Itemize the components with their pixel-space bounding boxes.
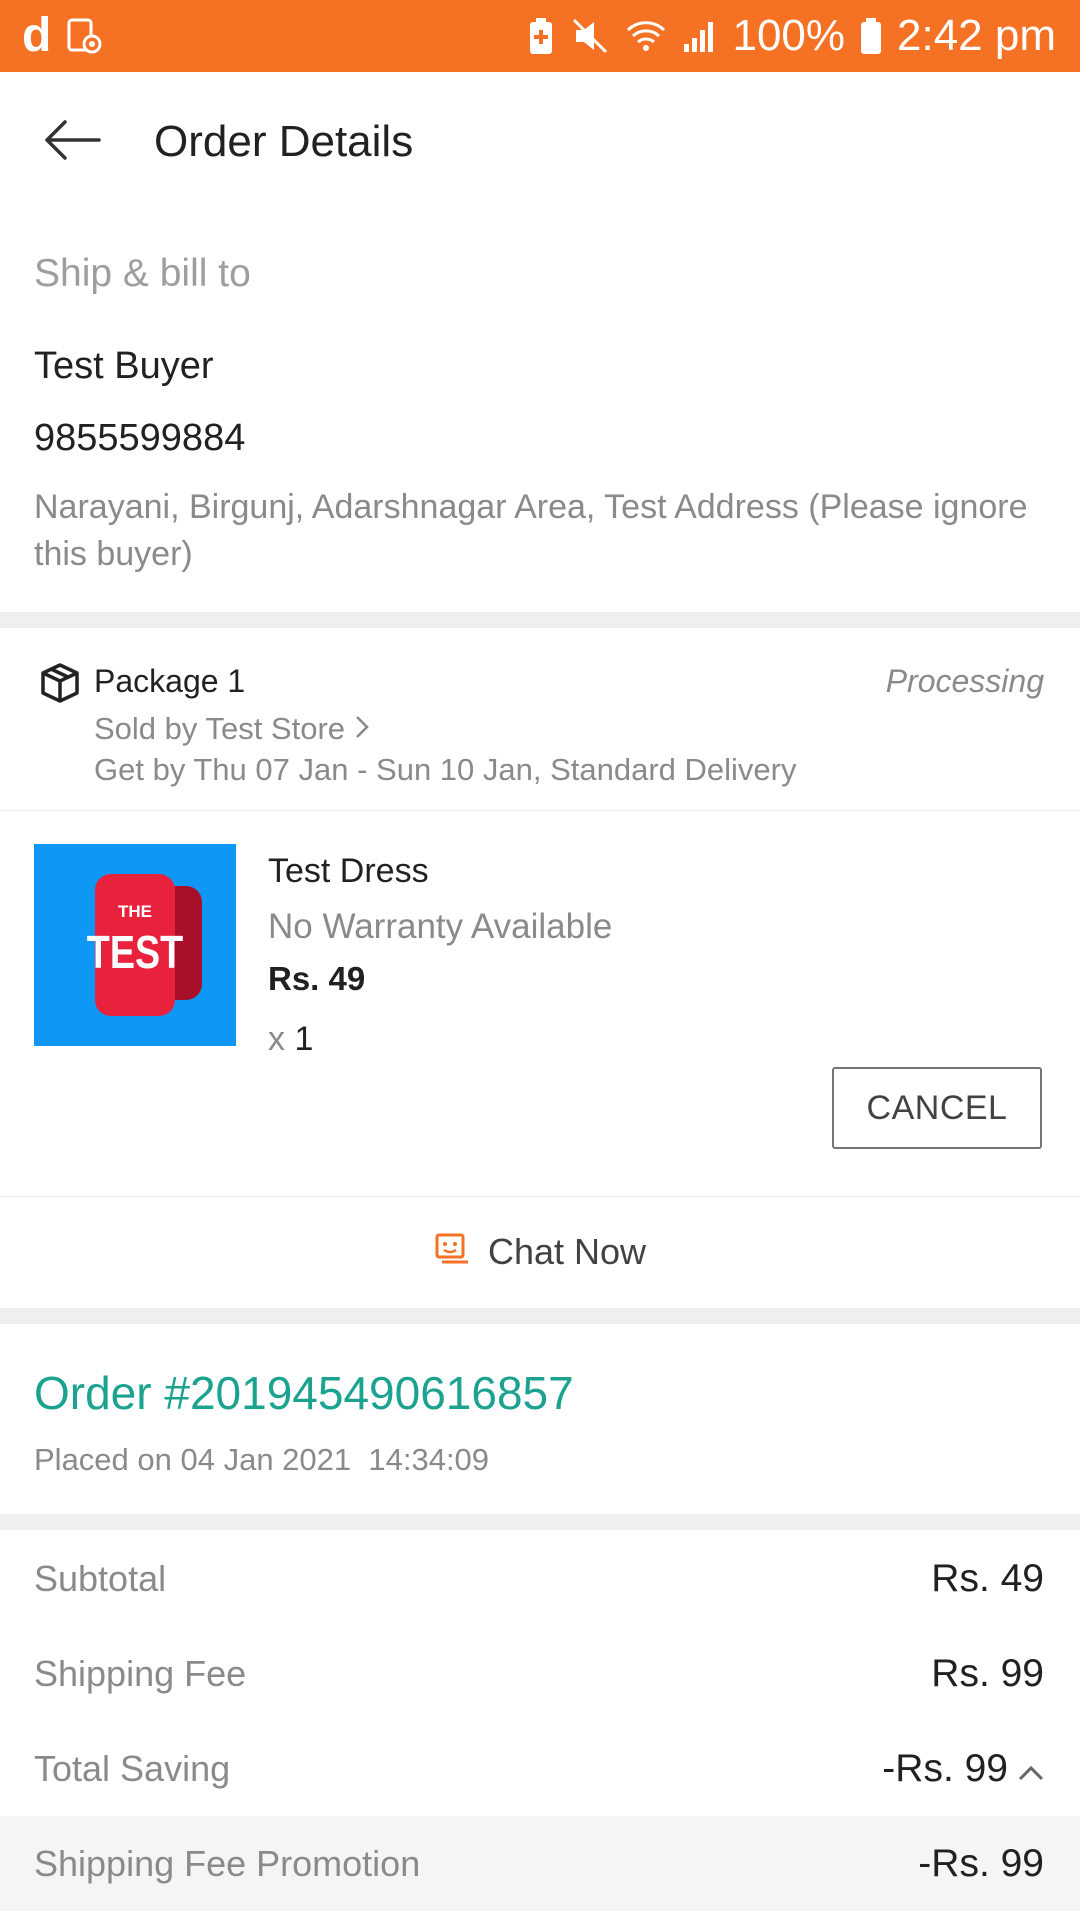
seller-link[interactable]: Sold by Test Store bbox=[94, 711, 369, 747]
subtotal-row: Subtotal Rs. 49 bbox=[0, 1531, 1080, 1626]
shipping-promo-value: -Rs. 99 bbox=[918, 1841, 1044, 1885]
total-saving-value-wrap: -Rs. 99 bbox=[882, 1747, 1044, 1791]
wifi-icon bbox=[624, 16, 668, 56]
app-header: Order Details bbox=[0, 72, 1080, 212]
buyer-phone: 9855599884 bbox=[34, 417, 246, 459]
product-quantity: x 1 bbox=[268, 1020, 313, 1059]
total-saving-row[interactable]: Total Saving -Rs. 99 bbox=[0, 1721, 1080, 1816]
product-price: Rs. 49 bbox=[268, 960, 366, 997]
shipping-fee-value: Rs. 99 bbox=[931, 1651, 1044, 1695]
order-info: Order #201945490616857 Placed on 04 Jan … bbox=[0, 1324, 1080, 1514]
product-warranty: No Warranty Available bbox=[268, 907, 613, 946]
total-saving-value: -Rs. 99 bbox=[882, 1746, 1008, 1790]
delivery-estimate: Get by Thu 07 Jan - Sun 10 Jan, Standard… bbox=[94, 752, 797, 787]
quantity-prefix: x bbox=[268, 1020, 285, 1058]
seller-label: Sold by Test Store bbox=[94, 711, 346, 746]
chat-now-button[interactable]: Chat Now bbox=[0, 1197, 1080, 1307]
order-number: Order #201945490616857 bbox=[34, 1367, 574, 1419]
status-bar: d 100% 2:42 pm bbox=[0, 0, 1080, 72]
cancel-button[interactable]: CANCEL bbox=[832, 1067, 1042, 1149]
package-box-icon bbox=[40, 662, 80, 709]
chevron-up-icon bbox=[1018, 1747, 1044, 1791]
arrow-left-icon bbox=[43, 118, 101, 167]
screen-record-icon bbox=[65, 16, 105, 56]
page-title: Order Details bbox=[154, 117, 414, 166]
package-title: Package 1 bbox=[94, 663, 246, 699]
status-time: 2:42 pm bbox=[897, 11, 1056, 60]
product-name[interactable]: Test Dress bbox=[268, 852, 429, 891]
chevron-right-icon bbox=[355, 711, 369, 747]
signal-icon bbox=[682, 16, 718, 56]
quantity-value: 1 bbox=[294, 1020, 314, 1058]
subtotal-label: Subtotal bbox=[34, 1557, 167, 1599]
product-thumbnail[interactable]: THE TEST bbox=[34, 844, 236, 1046]
package-header: Package 1 Processing Sold by Test Store … bbox=[0, 628, 1080, 811]
chat-icon bbox=[434, 1232, 470, 1273]
chat-now-label: Chat Now bbox=[487, 1231, 647, 1272]
back-button[interactable] bbox=[22, 92, 122, 192]
package-status: Processing bbox=[885, 663, 1044, 699]
battery-percent: 100% bbox=[732, 11, 846, 60]
mute-icon bbox=[570, 16, 610, 56]
shipping-promo-label: Shipping Fee Promotion bbox=[34, 1842, 421, 1884]
battery-saver-icon bbox=[526, 16, 556, 56]
battery-icon bbox=[859, 16, 883, 56]
thumb-text-main: TEST bbox=[87, 926, 184, 977]
total-saving-label: Total Saving bbox=[34, 1747, 231, 1789]
section-divider bbox=[0, 1514, 1080, 1530]
shipping-fee-row: Shipping Fee Rs. 99 bbox=[0, 1626, 1080, 1721]
shipping-section: Ship & bill to Test Buyer 9855599884 Nar… bbox=[0, 212, 1080, 612]
buyer-name: Test Buyer bbox=[34, 345, 214, 387]
thumb-text-top: THE bbox=[118, 902, 152, 921]
section-divider bbox=[0, 612, 1080, 628]
shipping-fee-label: Shipping Fee bbox=[34, 1652, 247, 1694]
daraz-logo-icon: d bbox=[22, 9, 52, 62]
section-divider bbox=[0, 1308, 1080, 1324]
order-item: THE TEST Test Dress No Warranty Availabl… bbox=[0, 810, 1080, 1197]
shipping-promo-row: Shipping Fee Promotion -Rs. 99 bbox=[0, 1816, 1080, 1911]
buyer-address: Narayani, Birgunj, Adarshnagar Area, Tes… bbox=[34, 488, 1028, 573]
ship-bill-label: Ship & bill to bbox=[34, 252, 251, 295]
subtotal-value: Rs. 49 bbox=[931, 1556, 1044, 1600]
order-placed-date: Placed on 04 Jan 2021 14:34:09 bbox=[34, 1442, 490, 1477]
